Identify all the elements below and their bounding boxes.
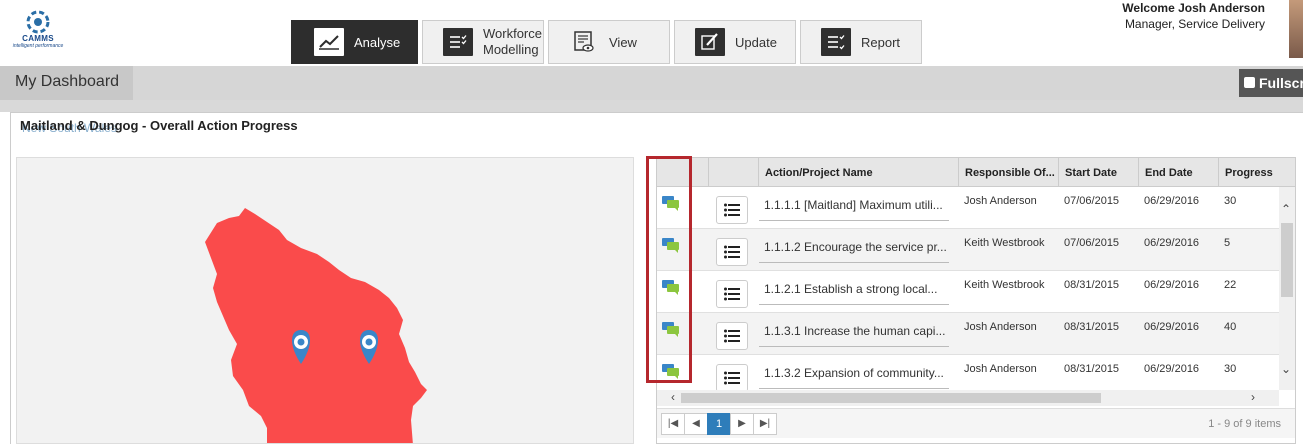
list-icon	[724, 203, 740, 217]
row-menu-button[interactable]	[716, 280, 748, 308]
current-page-button[interactable]: 1	[707, 413, 731, 435]
nav-report-label: Report	[861, 34, 901, 50]
list-icon	[724, 287, 740, 301]
scroll-left-icon[interactable]: ‹	[671, 391, 675, 403]
edit-pen-icon	[695, 28, 725, 56]
action-progress-grid: Action/Project Name Responsible Of... St…	[656, 157, 1296, 444]
action-name[interactable]: 1.1.3.1 Increase the human capi...	[759, 319, 949, 347]
row-menu-button[interactable]	[716, 364, 748, 392]
chart-line-icon	[314, 28, 344, 56]
responsible-officer: Josh Anderson	[964, 321, 1037, 333]
my-dashboard-tab[interactable]: My Dashboard	[0, 66, 133, 100]
row-menu-button[interactable]	[716, 196, 748, 224]
top-bar: CAMMS intelligent performance Analyse Wo…	[0, 0, 1303, 66]
vertical-scrollbar[interactable]: ⌃ ⌄	[1279, 187, 1295, 390]
progress-value: 40	[1224, 321, 1237, 333]
grid-pager: |◀ ◀ 1 ▶ ▶| 1 - 9 of 9 items	[657, 408, 1295, 438]
nav-report-button[interactable]: Report	[800, 20, 922, 64]
checklist-icon	[443, 28, 473, 56]
header-end-date[interactable]: End Date	[1138, 158, 1218, 187]
start-date: 08/31/2015	[1064, 321, 1120, 333]
nav-view-label: View	[609, 34, 637, 50]
map-area[interactable]	[16, 157, 634, 444]
user-greeting: Welcome Josh Anderson	[1122, 1, 1265, 15]
fullscreen-button[interactable]: Fullscr	[1239, 69, 1303, 97]
nav-view-button[interactable]: View	[548, 20, 670, 64]
table-row[interactable]: 1.1.1.1 [Maitland] Maximum utili... Josh…	[657, 187, 1279, 229]
first-page-button[interactable]: |◀	[661, 413, 685, 435]
end-date: 06/29/2016	[1144, 237, 1200, 249]
next-page-button[interactable]: ▶	[730, 413, 754, 435]
end-date: 06/29/2016	[1144, 195, 1200, 207]
end-date: 06/29/2016	[1144, 321, 1200, 333]
comment-column-highlight	[646, 156, 692, 383]
header-actions	[708, 158, 758, 187]
scroll-down-icon[interactable]: ⌄	[1281, 363, 1291, 375]
divider-strip	[0, 100, 1303, 112]
responsible-officer: Keith Westbrook	[964, 279, 1045, 291]
table-row[interactable]: 1.1.3.1 Increase the human capi... Josh …	[657, 313, 1279, 355]
horizontal-scrollbar[interactable]: ‹ ›	[657, 390, 1279, 406]
dashboard-bar: My Dashboard Fullscr	[0, 66, 1303, 100]
header-action-name[interactable]: Action/Project Name	[758, 158, 958, 187]
camms-logo[interactable]: CAMMS intelligent performance	[12, 10, 64, 60]
nav-update-button[interactable]: Update	[674, 20, 796, 64]
view-document-icon	[569, 28, 599, 56]
start-date: 07/06/2015	[1064, 195, 1120, 207]
region-map	[205, 208, 427, 443]
logo-tagline: intelligent performance	[12, 43, 64, 49]
header-responsible[interactable]: Responsible Of...	[958, 158, 1058, 187]
user-role: Manager, Service Delivery	[1124, 17, 1265, 31]
nav-analyse-label: Analyse	[354, 34, 401, 50]
action-name[interactable]: 1.1.2.1 Establish a strong local...	[759, 277, 949, 305]
list-icon	[724, 371, 740, 385]
row-menu-button[interactable]	[716, 238, 748, 266]
header-start-date[interactable]: Start Date	[1058, 158, 1138, 187]
report-checklist-icon	[821, 28, 851, 56]
table-row[interactable]: 1.1.2.1 Establish a strong local... Keit…	[657, 271, 1279, 313]
nav-workforce-label: Workforce Modelling	[483, 26, 542, 57]
action-name[interactable]: 1.1.1.1 [Maitland] Maximum utili...	[759, 193, 949, 221]
scroll-right-icon[interactable]: ›	[1251, 391, 1255, 403]
panel-title: Maitland & Dungog - Overall Action Progr…	[20, 118, 298, 133]
action-name[interactable]: 1.1.3.2 Expansion of community...	[759, 361, 949, 389]
maitland-dungog-region	[205, 208, 427, 443]
action-name[interactable]: 1.1.1.2 Encourage the service pr...	[759, 235, 949, 263]
list-icon	[724, 245, 740, 259]
grid-header: Action/Project Name Responsible Of... St…	[657, 158, 1295, 187]
header-progress[interactable]: Progress	[1218, 158, 1295, 187]
scroll-up-icon[interactable]: ⌃	[1281, 203, 1291, 215]
expand-icon	[1244, 77, 1255, 88]
start-date: 08/31/2015	[1064, 279, 1120, 291]
fullscreen-label: Fullscr	[1259, 75, 1303, 91]
row-menu-button[interactable]	[716, 322, 748, 350]
avatar[interactable]	[1289, 0, 1303, 58]
progress-value: 22	[1224, 279, 1237, 291]
last-page-button[interactable]: ▶|	[753, 413, 777, 435]
end-date: 06/29/2016	[1144, 279, 1200, 291]
table-row[interactable]: 1.1.1.2 Encourage the service pr... Keit…	[657, 229, 1279, 271]
responsible-officer: Keith Westbrook	[964, 237, 1045, 249]
prev-page-button[interactable]: ◀	[684, 413, 708, 435]
vertical-scroll-thumb[interactable]	[1281, 223, 1293, 297]
pager-info: 1 - 9 of 9 items	[1208, 418, 1281, 430]
start-date: 07/06/2015	[1064, 237, 1120, 249]
progress-value: 30	[1224, 195, 1237, 207]
nav-workforce-modelling-button[interactable]: Workforce Modelling	[422, 20, 544, 64]
responsible-officer: Josh Anderson	[964, 195, 1037, 207]
nav-update-label: Update	[735, 34, 777, 50]
user-info[interactable]: Welcome Josh Anderson Manager, Service D…	[1122, 0, 1265, 32]
progress-value: 5	[1224, 237, 1231, 249]
horizontal-scroll-thumb[interactable]	[681, 393, 1101, 403]
list-icon	[724, 329, 740, 343]
logo-swirl-icon	[26, 10, 50, 34]
nav-analyse-button[interactable]: Analyse	[291, 20, 418, 64]
logo-text: CAMMS	[22, 34, 54, 43]
